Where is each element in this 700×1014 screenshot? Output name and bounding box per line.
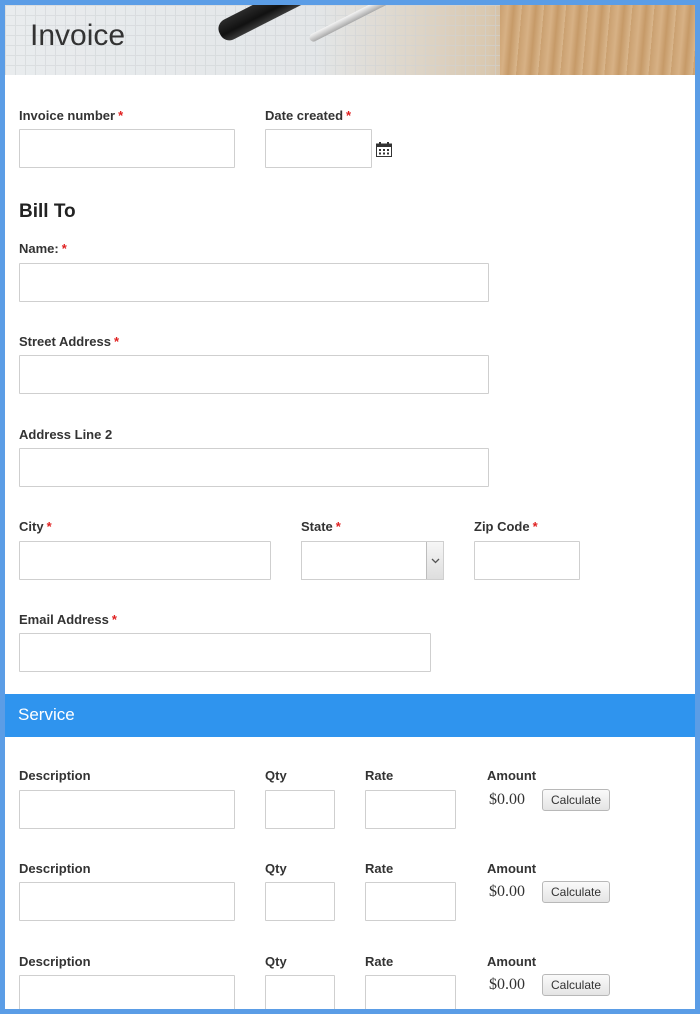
service-section-header: Service bbox=[5, 694, 695, 737]
invoice-number-label: Invoice number * bbox=[19, 108, 123, 123]
chevron-down-icon[interactable] bbox=[426, 542, 443, 579]
name-label-text: Name: bbox=[19, 241, 59, 256]
street-address-label: Street Address * bbox=[19, 334, 119, 349]
qty-input[interactable] bbox=[265, 790, 335, 829]
required-marker: * bbox=[46, 519, 52, 534]
required-marker: * bbox=[111, 612, 117, 627]
street-address-label-text: Street Address bbox=[19, 334, 111, 349]
email-address-label: Email Address * bbox=[19, 612, 117, 627]
bill-to-heading: Bill To bbox=[19, 201, 76, 222]
amount-value: $0.00 bbox=[489, 976, 525, 993]
zip-code-label: Zip Code * bbox=[474, 519, 538, 534]
calculate-button[interactable]: Calculate bbox=[542, 974, 611, 996]
date-created-label-text: Date created bbox=[265, 108, 344, 123]
address-line-2-input[interactable] bbox=[19, 448, 489, 487]
description-label: Description bbox=[19, 861, 91, 876]
city-input[interactable] bbox=[19, 541, 271, 580]
invoice-number-input[interactable] bbox=[19, 129, 235, 168]
required-marker: * bbox=[335, 519, 341, 534]
amount-value: $0.00 bbox=[489, 883, 525, 900]
service-heading: Service bbox=[18, 705, 75, 724]
date-created-input[interactable] bbox=[265, 129, 372, 168]
qty-input[interactable] bbox=[265, 975, 335, 1009]
description-input[interactable] bbox=[19, 975, 235, 1009]
invoice-number-label-text: Invoice number bbox=[19, 108, 116, 123]
name-input[interactable] bbox=[19, 263, 489, 302]
zip-code-input[interactable] bbox=[474, 541, 580, 580]
rate-input[interactable] bbox=[365, 975, 456, 1009]
state-label: State * bbox=[301, 519, 341, 534]
banner-wood bbox=[500, 5, 695, 75]
description-label: Description bbox=[19, 768, 91, 783]
state-label-text: State bbox=[301, 519, 333, 534]
qty-label: Qty bbox=[265, 954, 287, 969]
date-created-label: Date created * bbox=[265, 108, 351, 123]
amount-label: Amount bbox=[487, 861, 537, 876]
qty-label: Qty bbox=[265, 768, 287, 783]
description-input[interactable] bbox=[19, 790, 235, 829]
required-marker: * bbox=[118, 108, 124, 123]
page-title: Invoice bbox=[30, 19, 126, 52]
rate-input[interactable] bbox=[365, 882, 456, 921]
required-marker: * bbox=[346, 108, 352, 123]
description-input[interactable] bbox=[19, 882, 235, 921]
required-marker: * bbox=[532, 519, 538, 534]
address-line-2-label: Address Line 2 bbox=[19, 427, 112, 442]
amount-label: Amount bbox=[487, 954, 537, 969]
rate-label: Rate bbox=[365, 861, 394, 876]
qty-input[interactable] bbox=[265, 882, 335, 921]
city-label: City * bbox=[19, 519, 52, 534]
calendar-icon[interactable] bbox=[376, 142, 392, 157]
qty-label: Qty bbox=[265, 861, 287, 876]
required-marker: * bbox=[114, 334, 120, 349]
street-address-input[interactable] bbox=[19, 355, 489, 394]
name-label: Name: * bbox=[19, 241, 67, 256]
rate-label: Rate bbox=[365, 954, 394, 969]
amount-value: $0.00 bbox=[489, 791, 525, 808]
calculate-button[interactable]: Calculate bbox=[542, 789, 611, 811]
required-marker: * bbox=[61, 241, 67, 256]
zip-code-label-text: Zip Code bbox=[474, 519, 530, 534]
address-line-2-label-text: Address Line 2 bbox=[19, 427, 113, 442]
calculate-button[interactable]: Calculate bbox=[542, 881, 611, 903]
email-address-input[interactable] bbox=[19, 633, 431, 672]
header-banner: Invoice bbox=[5, 5, 695, 75]
description-label: Description bbox=[19, 954, 91, 969]
email-address-label-text: Email Address bbox=[19, 612, 109, 627]
city-label-text: City bbox=[19, 519, 44, 534]
rate-label: Rate bbox=[365, 768, 394, 783]
amount-label: Amount bbox=[487, 768, 537, 783]
rate-input[interactable] bbox=[365, 790, 456, 829]
state-select[interactable] bbox=[301, 541, 444, 580]
invoice-form: Invoice Invoice number * Date created * Bi… bbox=[5, 5, 695, 1009]
